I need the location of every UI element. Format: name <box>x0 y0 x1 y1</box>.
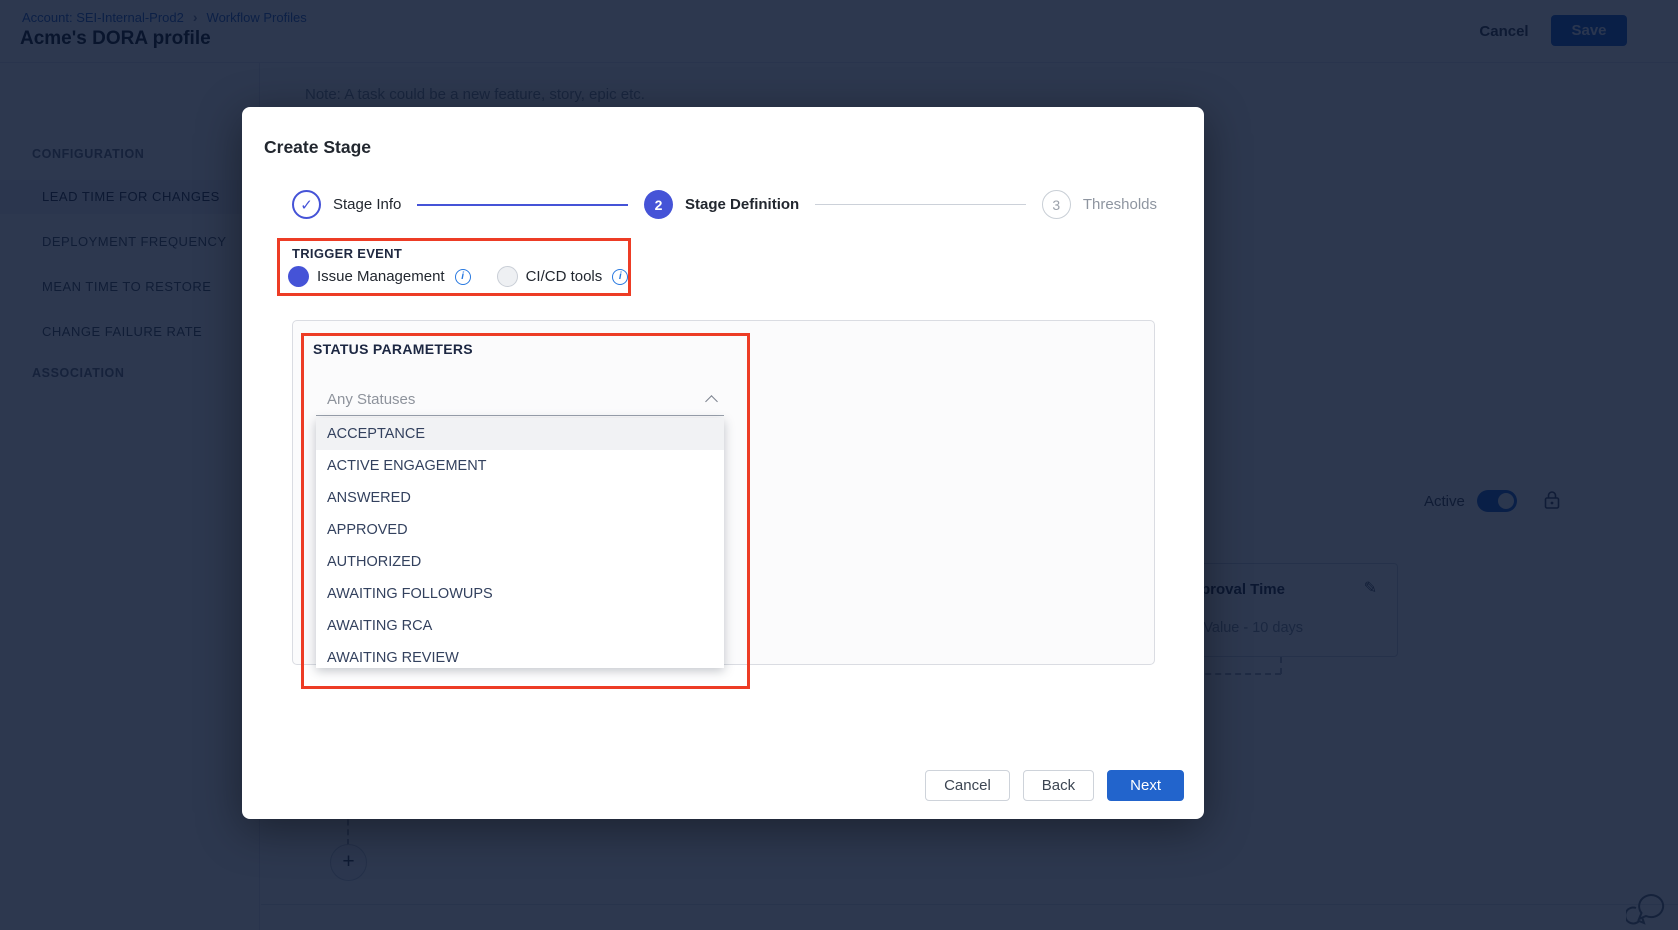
status-parameters-label: STATUS PARAMETERS <box>313 341 473 357</box>
trigger-event-label: TRIGGER EVENT <box>292 246 402 261</box>
modal-cancel-button[interactable]: Cancel <box>925 770 1010 801</box>
trigger-event-options: Issue Management i CI/CD tools i <box>288 266 628 287</box>
radio-issue-management[interactable] <box>288 266 309 287</box>
step-stage-info[interactable]: ✓ Stage Info <box>292 190 401 219</box>
radio-label-cicd-tools[interactable]: CI/CD tools <box>526 268 603 285</box>
modal-next-button[interactable]: Next <box>1107 770 1184 801</box>
modal-back-button[interactable]: Back <box>1023 770 1094 801</box>
check-icon: ✓ <box>292 190 321 219</box>
dropdown-option[interactable]: APPROVED <box>316 514 724 546</box>
step-connector-done <box>417 204 628 206</box>
dropdown-option[interactable]: AWAITING RCA <box>316 610 724 642</box>
step-label: Stage Info <box>333 196 401 213</box>
create-stage-modal: Create Stage ✓ Stage Info 2 Stage Defini… <box>242 107 1204 819</box>
radio-label-issue-management[interactable]: Issue Management <box>317 268 445 285</box>
step-number-badge: 3 <box>1042 190 1071 219</box>
dropdown-option[interactable]: ACCEPTANCE <box>316 418 724 450</box>
step-number-badge: 2 <box>644 190 673 219</box>
modal-title: Create Stage <box>264 137 371 158</box>
step-thresholds[interactable]: 3 Thresholds <box>1042 190 1157 219</box>
dropdown-option[interactable]: AUTHORIZED <box>316 546 724 578</box>
step-connector-upcoming <box>815 204 1026 206</box>
modal-footer: Cancel Back Next <box>925 770 1184 801</box>
dropdown-option[interactable]: AWAITING REVIEW <box>316 642 724 668</box>
step-label: Stage Definition <box>685 196 799 213</box>
statuses-dropdown-menu: ACCEPTANCE ACTIVE ENGAGEMENT ANSWERED AP… <box>316 418 724 668</box>
radio-cicd-tools[interactable] <box>497 266 518 287</box>
dropdown-option[interactable]: ACTIVE ENGAGEMENT <box>316 450 724 482</box>
statuses-dropdown-value: Any Statuses <box>316 383 724 416</box>
statuses-dropdown[interactable]: Any Statuses <box>316 383 724 416</box>
step-label: Thresholds <box>1083 196 1157 213</box>
info-icon[interactable]: i <box>612 269 628 285</box>
dropdown-option[interactable]: ANSWERED <box>316 482 724 514</box>
info-icon[interactable]: i <box>455 269 471 285</box>
stepper: ✓ Stage Info 2 Stage Definition 3 Thresh… <box>292 189 1157 220</box>
dropdown-option[interactable]: AWAITING FOLLOWUPS <box>316 578 724 610</box>
stage-definition-panel: STATUS PARAMETERS Any Statuses ACCEPTANC… <box>292 320 1155 665</box>
step-stage-definition[interactable]: 2 Stage Definition <box>644 190 799 219</box>
